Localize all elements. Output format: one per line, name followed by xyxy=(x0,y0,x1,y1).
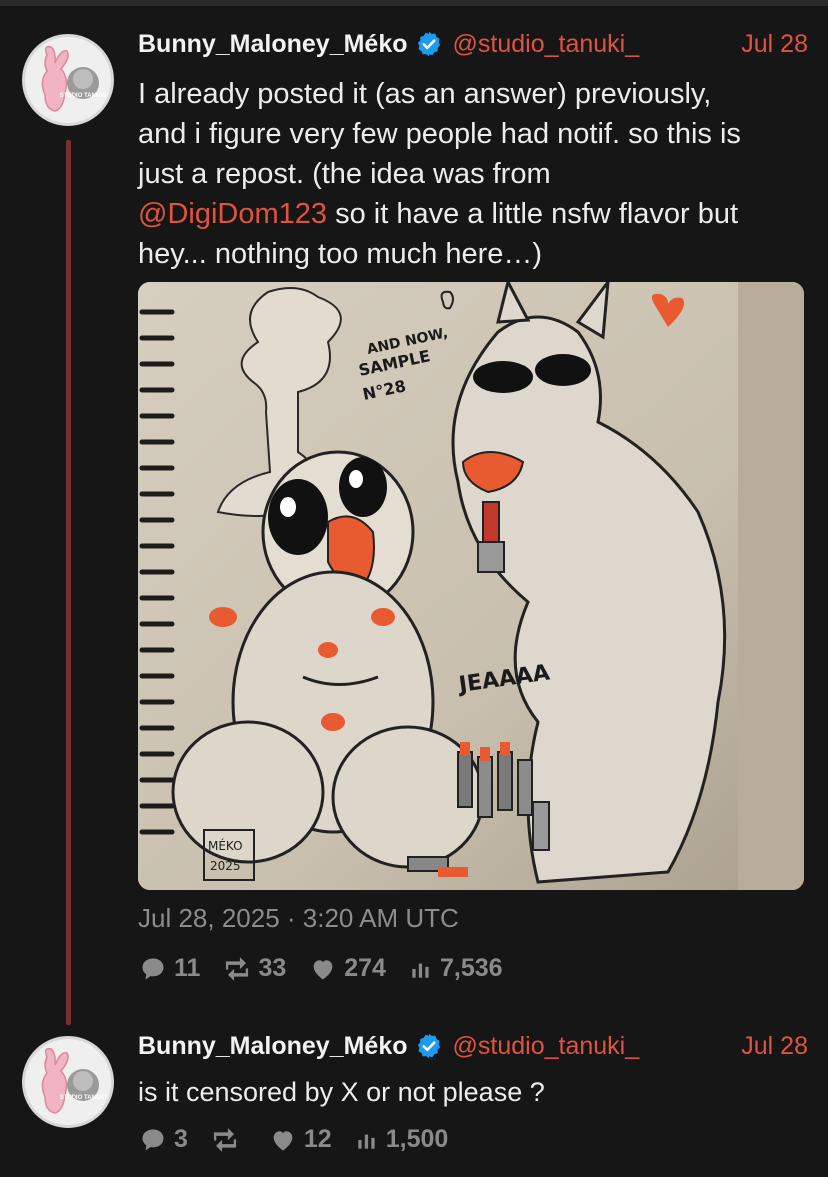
reply-icon xyxy=(142,958,164,979)
author-handle[interactable]: @studio_tanuki_ xyxy=(453,1032,640,1061)
like-count: 274 xyxy=(344,954,386,982)
tweet-date[interactable]: Jul 28 xyxy=(741,30,808,59)
retweet-button[interactable] xyxy=(210,1126,246,1154)
views-icon xyxy=(412,963,429,978)
tweet-text-fragment: so it have a little nsfw flavor but xyxy=(327,198,739,230)
verified-badge-icon xyxy=(417,1033,440,1059)
tweet-header: Bunny_Maloney_Méko @studio_tanuki_ Jul 2… xyxy=(138,27,808,61)
author-name[interactable]: Bunny_Maloney_Méko xyxy=(138,30,408,59)
reply-count: 11 xyxy=(174,954,201,982)
author-handle[interactable]: @studio_tanuki_ xyxy=(453,30,640,59)
views-button[interactable]: 7,536 xyxy=(408,954,503,983)
reply-button[interactable]: 11 xyxy=(138,954,200,983)
tweet-body: I already posted it (as an answer) previ… xyxy=(138,74,810,274)
like-button[interactable]: 12 xyxy=(268,1125,332,1154)
views-button[interactable]: 1,500 xyxy=(354,1125,449,1154)
retweet-count: 33 xyxy=(258,954,287,982)
tweet-media-image[interactable]: AND NOW, SAMPLE N°28 JEAAAA MÉKO 2025 xyxy=(138,282,804,890)
avatar-logo-text: STUDIO TANUKI xyxy=(60,93,107,99)
tweet-text-line: is it censored by X or not please ? xyxy=(138,1077,545,1107)
tweet-text-line: @DigiDom123 so it have a little nsfw fla… xyxy=(138,194,810,234)
tweet-timestamp[interactable]: Jul 28, 2025 · 3:20 AM UTC xyxy=(138,903,459,934)
mention-link[interactable]: @DigiDom123 xyxy=(138,198,327,230)
avatar[interactable]: STUDIO TANUKI xyxy=(22,1036,114,1128)
reply-button[interactable]: 3 xyxy=(138,1125,188,1154)
view-count: 1,500 xyxy=(385,1125,449,1153)
verified-badge-icon xyxy=(417,31,440,57)
reply-count: 3 xyxy=(174,1125,188,1153)
retweet-button[interactable]: 33 xyxy=(222,954,286,983)
like-icon xyxy=(273,1130,293,1150)
tweet-stats-bar: 11 33 274 7,536 xyxy=(138,954,525,983)
avatar[interactable]: STUDIO TANUKI xyxy=(22,34,114,126)
top-divider xyxy=(0,0,828,6)
like-button[interactable]: 274 xyxy=(308,954,386,983)
tweet-text-line: I already posted it (as an answer) previ… xyxy=(138,78,712,110)
views-icon xyxy=(358,1134,375,1149)
image-signature: 2025 xyxy=(210,859,241,873)
reply-icon xyxy=(142,1129,164,1150)
avatar-logo-text: STUDIO TANUKI xyxy=(60,1095,107,1101)
tweet-text-line: and i figure very few people had notif. … xyxy=(138,118,741,150)
tweet-text-line: hey... nothing too much here…) xyxy=(138,238,543,270)
retweet-icon xyxy=(213,1127,236,1152)
tweet-stats-bar: 3 12 1,500 xyxy=(138,1125,470,1154)
thread-line xyxy=(66,140,71,1025)
spiral-binding xyxy=(139,309,175,835)
tweet-body: is it censored by X or not please ? xyxy=(138,1072,810,1112)
tweet-header: Bunny_Maloney_Méko @studio_tanuki_ Jul 2… xyxy=(138,1029,808,1063)
retweet-icon xyxy=(226,956,249,981)
image-signature: MÉKO xyxy=(208,838,243,853)
tweet-text-line: just a repost. (the idea was from xyxy=(138,158,551,190)
tweet-date[interactable]: Jul 28 xyxy=(741,1032,808,1061)
author-name[interactable]: Bunny_Maloney_Méko xyxy=(138,1032,408,1061)
like-count: 12 xyxy=(303,1125,332,1153)
view-count: 7,536 xyxy=(439,954,503,982)
like-icon xyxy=(313,959,333,979)
